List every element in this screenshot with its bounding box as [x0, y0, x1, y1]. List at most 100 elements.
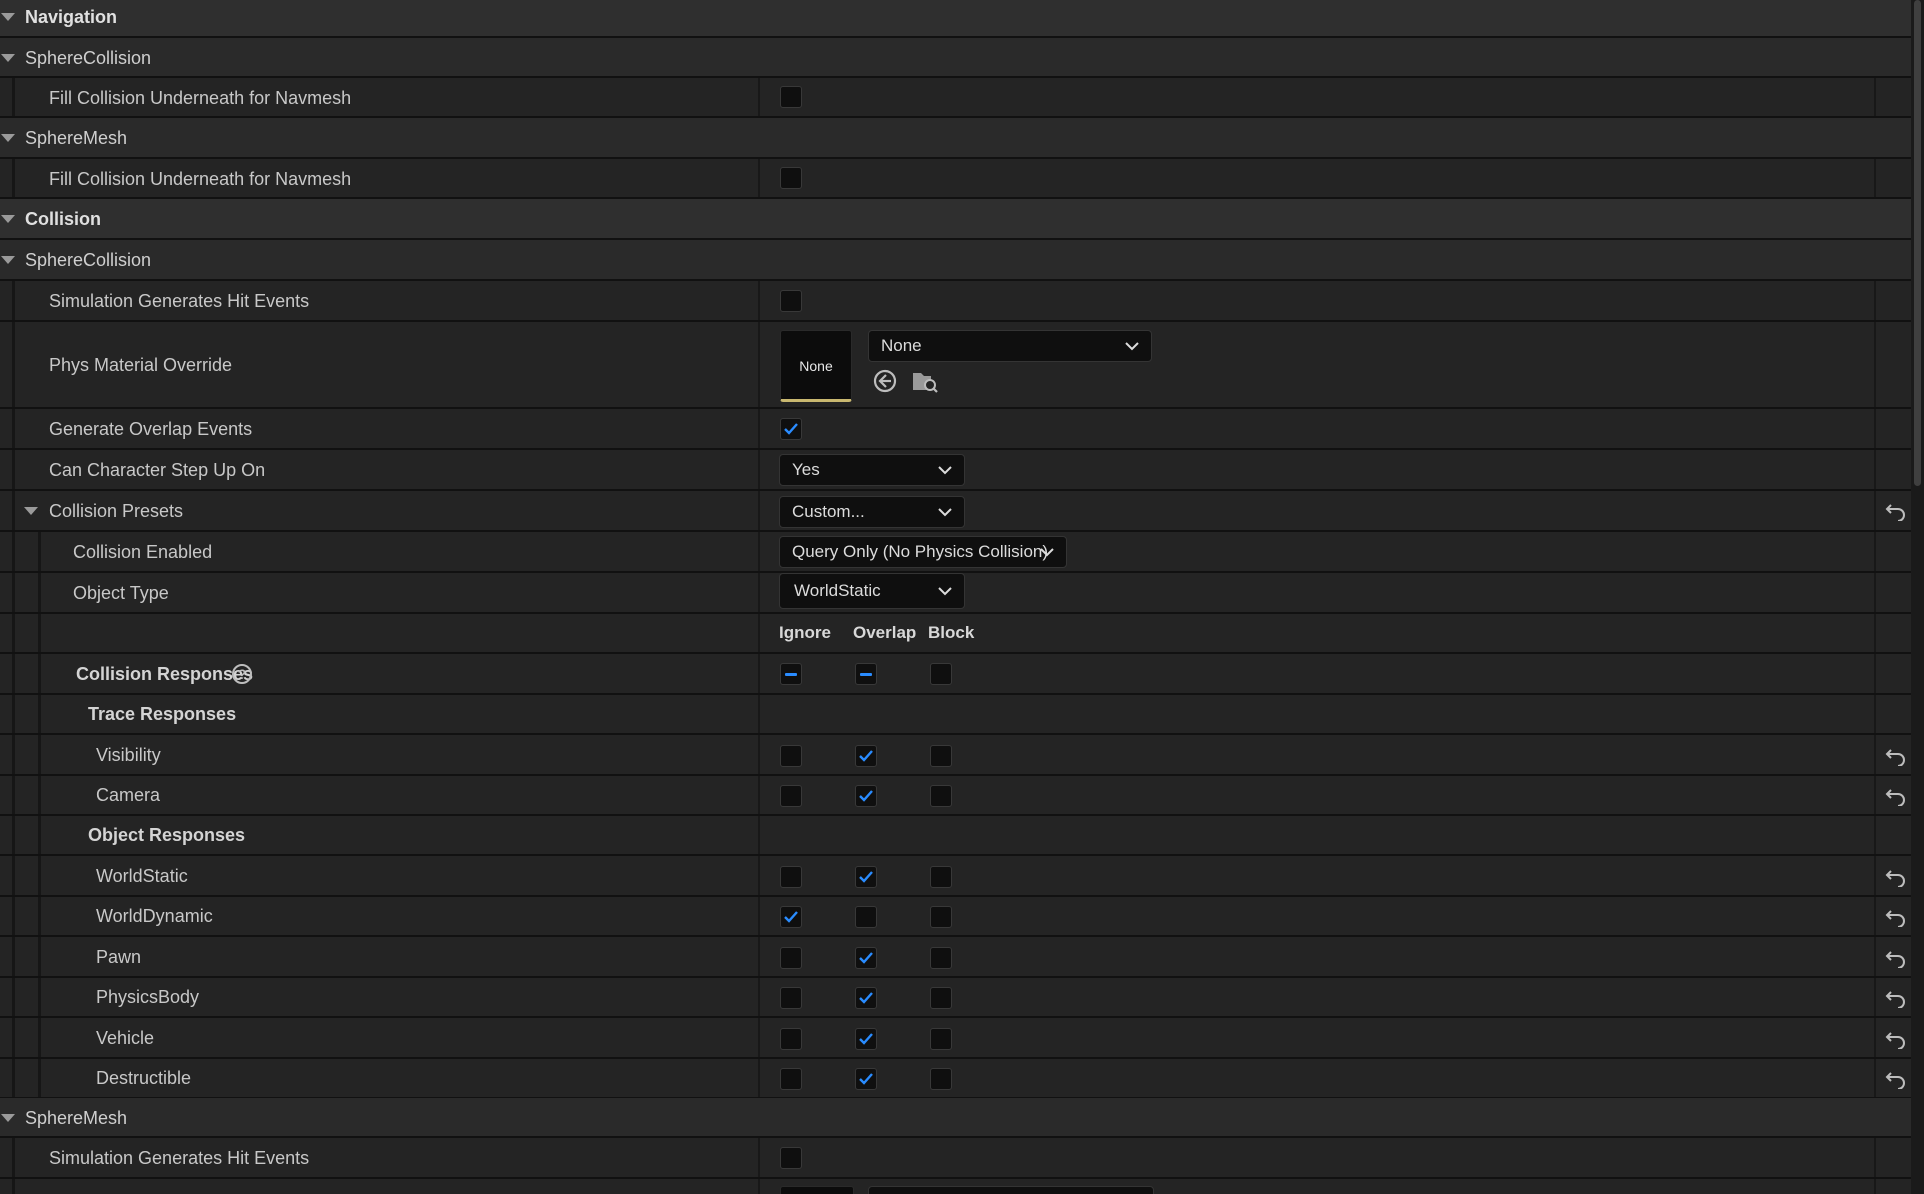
- sim-hit-events-checkbox[interactable]: [780, 290, 802, 312]
- block-checkbox[interactable]: [930, 785, 952, 807]
- check-icon: [784, 423, 798, 435]
- reset-to-default-icon[interactable]: [1885, 501, 1907, 521]
- expand-icon[interactable]: [1, 215, 15, 223]
- category-label: Navigation: [25, 7, 118, 27]
- ignore-checkbox[interactable]: [780, 1068, 802, 1090]
- property-row: Generate Overlap Events: [0, 409, 1911, 450]
- channel-label: Vehicle: [96, 1028, 155, 1048]
- check-icon: [859, 1033, 873, 1045]
- reset-to-default-icon[interactable]: [1885, 948, 1907, 968]
- dropdown-value: None: [881, 336, 922, 355]
- all-ignore-checkbox[interactable]: [780, 663, 802, 685]
- category-navigation[interactable]: Navigation: [0, 0, 1911, 38]
- ignore-checkbox[interactable]: [780, 785, 802, 807]
- generate-overlap-checkbox[interactable]: [780, 418, 802, 440]
- channel-label: WorldStatic: [96, 866, 188, 886]
- property-label: Simulation Generates Hit Events: [49, 1148, 310, 1168]
- column-header-block: Block: [928, 623, 975, 642]
- channel-label: PhysicsBody: [96, 987, 200, 1007]
- help-icon[interactable]: ?: [232, 664, 252, 684]
- ignore-checkbox[interactable]: [780, 1028, 802, 1050]
- vertical-scrollbar[interactable]: [1911, 0, 1924, 1194]
- column-header-overlap: Overlap: [853, 623, 917, 642]
- property-row: Simulation Generates Hit Events: [0, 1138, 1911, 1179]
- block-checkbox[interactable]: [930, 987, 952, 1009]
- expand-icon[interactable]: [1, 256, 15, 264]
- overlap-checkbox[interactable]: [855, 866, 877, 888]
- ignore-checkbox[interactable]: [780, 866, 802, 888]
- property-row: Can Character Step Up On Yes: [0, 450, 1911, 491]
- overlap-checkbox[interactable]: [855, 785, 877, 807]
- use-selected-asset-icon[interactable]: [872, 368, 898, 394]
- component-label: SphereCollision: [25, 250, 152, 270]
- reset-to-default-icon[interactable]: [1885, 867, 1907, 887]
- overlap-checkbox[interactable]: [855, 1068, 877, 1090]
- category-collision[interactable]: Collision: [0, 199, 1911, 240]
- object-type-dropdown[interactable]: WorldStatic: [779, 573, 965, 609]
- ignore-checkbox[interactable]: [780, 906, 802, 928]
- overlap-checkbox[interactable]: [855, 745, 877, 767]
- can-step-up-dropdown[interactable]: Yes: [779, 454, 965, 486]
- reset-to-default-icon[interactable]: [1885, 786, 1907, 806]
- fill-collision-checkbox[interactable]: [780, 167, 802, 189]
- collision-presets-dropdown[interactable]: Custom...: [779, 496, 965, 528]
- block-checkbox[interactable]: [930, 866, 952, 888]
- component-sphere-mesh[interactable]: SphereMesh: [0, 1098, 1911, 1138]
- expand-icon[interactable]: [1, 54, 15, 62]
- ignore-checkbox[interactable]: [780, 947, 802, 969]
- expand-icon[interactable]: [1, 1114, 15, 1122]
- group-label: Object Responses: [88, 825, 246, 845]
- check-icon: [859, 1073, 873, 1085]
- ignore-checkbox[interactable]: [780, 745, 802, 767]
- property-label: Collision Enabled: [73, 542, 213, 562]
- block-checkbox[interactable]: [930, 1068, 952, 1090]
- response-row: Pawn: [0, 937, 1911, 978]
- collision-enabled-dropdown[interactable]: Query Only (No Physics Collision): [779, 536, 1067, 568]
- property-row: Object Type WorldStatic: [0, 573, 1911, 614]
- property-row: Fill Collision Underneath for Navmesh: [0, 78, 1911, 118]
- component-sphere-mesh[interactable]: SphereMesh: [0, 118, 1911, 159]
- expand-icon[interactable]: [24, 507, 38, 515]
- overlap-checkbox[interactable]: [855, 987, 877, 1009]
- check-icon: [859, 952, 873, 964]
- component-sphere-collision[interactable]: SphereCollision: [0, 240, 1911, 281]
- reset-to-default-icon[interactable]: [1885, 907, 1907, 927]
- browse-asset-icon[interactable]: [911, 368, 939, 394]
- property-label: Generate Overlap Events: [49, 419, 253, 439]
- dropdown-value: WorldStatic: [794, 581, 881, 600]
- block-checkbox[interactable]: [930, 1028, 952, 1050]
- asset-thumbnail[interactable]: [780, 1186, 854, 1194]
- property-label: Collision Presets: [49, 501, 184, 521]
- column-header-ignore: Ignore: [779, 623, 831, 642]
- asset-thumbnail[interactable]: None: [780, 330, 852, 402]
- overlap-checkbox[interactable]: [855, 947, 877, 969]
- reset-to-default-icon[interactable]: [1885, 746, 1907, 766]
- fill-collision-checkbox[interactable]: [780, 86, 802, 108]
- expand-icon[interactable]: [1, 134, 15, 142]
- all-block-checkbox[interactable]: [930, 663, 952, 685]
- property-row: Collision Responses ?: [0, 654, 1911, 695]
- property-row: Fill Collision Underneath for Navmesh: [0, 159, 1911, 199]
- expand-icon[interactable]: [1, 13, 15, 21]
- group-row: Trace Responses: [0, 695, 1911, 735]
- overlap-checkbox[interactable]: [855, 906, 877, 928]
- overlap-checkbox[interactable]: [855, 1028, 877, 1050]
- block-checkbox[interactable]: [930, 947, 952, 969]
- property-label: Fill Collision Underneath for Navmesh: [49, 169, 352, 189]
- check-icon: [859, 750, 873, 762]
- check-icon: [859, 992, 873, 1004]
- block-checkbox[interactable]: [930, 906, 952, 928]
- component-sphere-collision[interactable]: SphereCollision: [0, 38, 1911, 78]
- group-row: Object Responses: [0, 816, 1911, 856]
- sim-hit-events-checkbox[interactable]: [780, 1147, 802, 1169]
- reset-to-default-icon[interactable]: [1885, 1029, 1907, 1049]
- reset-to-default-icon[interactable]: [1885, 1069, 1907, 1089]
- scrollbar-thumb[interactable]: [1914, 0, 1921, 486]
- all-overlap-checkbox[interactable]: [855, 663, 877, 685]
- phys-material-dropdown[interactable]: [868, 1186, 1154, 1194]
- ignore-checkbox[interactable]: [780, 987, 802, 1009]
- phys-material-dropdown[interactable]: None: [868, 330, 1152, 362]
- response-row: WorldDynamic: [0, 897, 1911, 937]
- reset-to-default-icon[interactable]: [1885, 988, 1907, 1008]
- block-checkbox[interactable]: [930, 745, 952, 767]
